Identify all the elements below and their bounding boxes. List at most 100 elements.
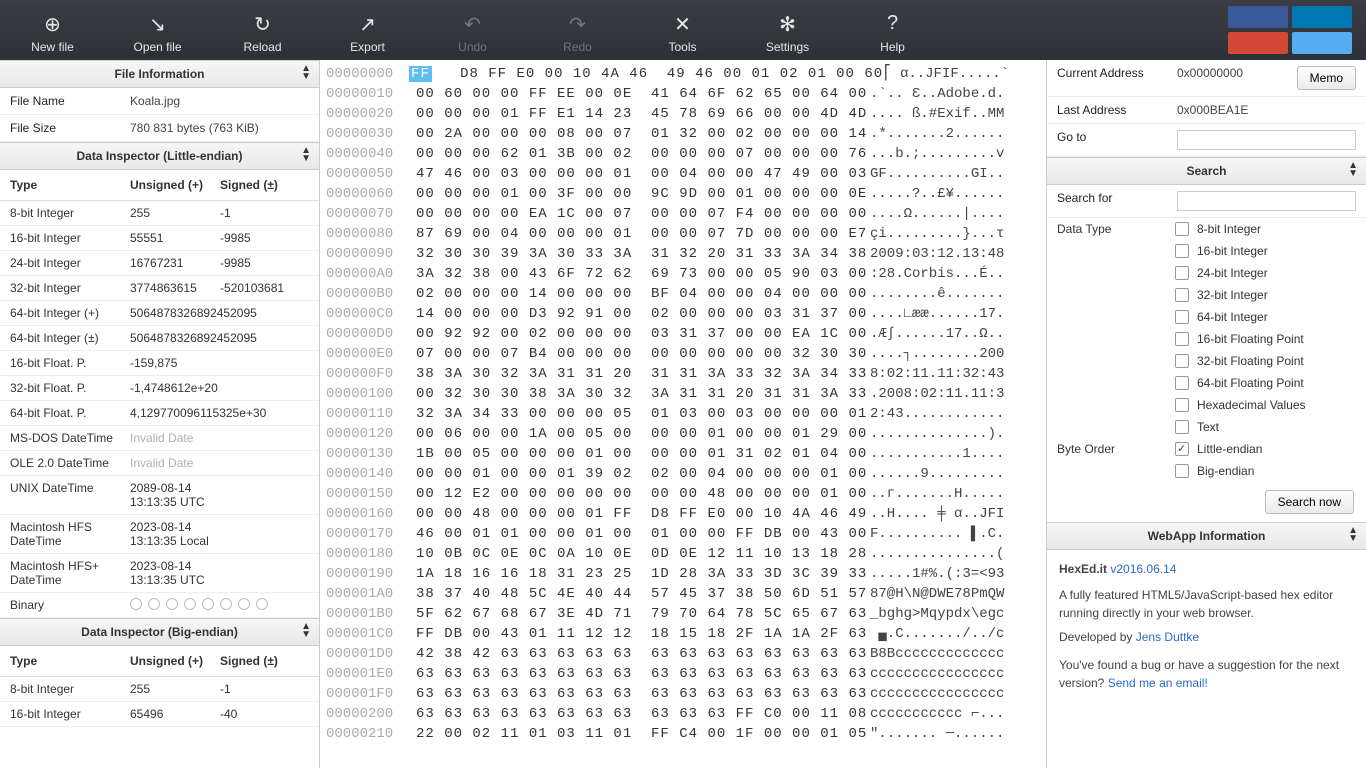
hex-bytes[interactable]: 87 69 00 04 00 00 00 01 00 00 07 7D 00 0…: [416, 224, 870, 244]
toolbar-open-file[interactable]: ↘Open file: [105, 6, 210, 54]
bit-indicator[interactable]: [148, 598, 160, 610]
hex-line[interactable]: 0000005047 46 00 03 00 00 00 01 00 04 00…: [326, 164, 1040, 184]
hex-bytes[interactable]: 00 06 00 00 1A 00 05 00 00 00 01 00 00 0…: [416, 424, 870, 444]
hex-line[interactable]: 000000B002 00 00 00 14 00 00 00 BF 04 00…: [326, 284, 1040, 304]
selected-byte[interactable]: FF: [409, 66, 432, 82]
hex-bytes[interactable]: 1B 00 05 00 00 00 01 00 00 00 01 31 02 0…: [416, 444, 870, 464]
ascii[interactable]: ...............(: [870, 544, 1040, 564]
ascii[interactable]: 2009:03:12.13:48: [870, 244, 1040, 264]
hex-line[interactable]: 0000021022 00 02 11 01 03 11 01 FF C4 00…: [326, 724, 1040, 744]
memo-button[interactable]: Memo: [1297, 66, 1356, 90]
di-le-header[interactable]: Data Inspector (Little-endian)▲▼: [0, 142, 319, 170]
hex-bytes[interactable]: 00 60 00 00 FF EE 00 0E 41 64 6F 62 65 0…: [416, 84, 870, 104]
bit-indicator[interactable]: [256, 598, 268, 610]
hex-line[interactable]: 000001D042 38 42 63 63 63 63 63 63 63 63…: [326, 644, 1040, 664]
hex-bytes[interactable]: 38 37 40 48 5C 4E 40 44 57 45 37 38 50 6…: [416, 584, 870, 604]
hex-bytes[interactable]: 10 0B 0C 0E 0C 0A 10 0E 0D 0E 12 11 10 1…: [416, 544, 870, 564]
ascii[interactable]: ...b.;.........v: [870, 144, 1040, 164]
ascii[interactable]: cccccccccccccccc: [870, 684, 1040, 704]
search-type-checkbox[interactable]: [1175, 354, 1189, 368]
googleplus-button[interactable]: [1228, 32, 1288, 54]
ascii[interactable]: çi.........}...τ: [870, 224, 1040, 244]
ascii[interactable]: .*.......2......: [870, 124, 1040, 144]
developer-link[interactable]: Jens Duttke: [1136, 630, 1199, 644]
ascii[interactable]: GF..........GI..: [870, 164, 1040, 184]
hex-bytes[interactable]: 32 3A 34 33 00 00 00 05 01 03 00 03 00 0…: [416, 404, 870, 424]
ascii[interactable]: F.......... ▌.C.: [870, 524, 1040, 544]
toolbar-reload[interactable]: ↻Reload: [210, 6, 315, 54]
hex-line[interactable]: 000001901A 18 16 16 18 31 23 25 1D 28 3A…: [326, 564, 1040, 584]
search-header[interactable]: Search▲▼: [1047, 157, 1366, 185]
webapp-header[interactable]: WebApp Information▲▼: [1047, 522, 1366, 550]
hex-bytes[interactable]: 00 00 01 00 00 01 39 02 02 00 04 00 00 0…: [416, 464, 870, 484]
hex-line[interactable]: 000001A038 37 40 48 5C 4E 40 44 57 45 37…: [326, 584, 1040, 604]
ascii[interactable]: ....Ω......|....: [870, 204, 1040, 224]
hex-line[interactable]: 000001C0FF DB 00 43 01 11 12 12 18 15 18…: [326, 624, 1040, 644]
ascii[interactable]: ......9.........: [870, 464, 1040, 484]
ascii[interactable]: ...........1....: [870, 444, 1040, 464]
search-type-checkbox[interactable]: [1175, 376, 1189, 390]
di-be-header[interactable]: Data Inspector (Big-endian)▲▼: [0, 618, 319, 646]
hex-line[interactable]: 0000015000 12 E2 00 00 00 00 00 00 00 48…: [326, 484, 1040, 504]
hex-line[interactable]: 0000009032 30 30 39 3A 30 33 3A 31 32 20…: [326, 244, 1040, 264]
file-info-header[interactable]: File Information▲▼: [0, 60, 319, 88]
search-type-checkbox[interactable]: [1175, 310, 1189, 324]
hex-line[interactable]: 0000003000 2A 00 00 00 08 00 07 01 32 00…: [326, 124, 1040, 144]
hex-line[interactable]: 0000017046 00 01 01 00 00 01 00 01 00 00…: [326, 524, 1040, 544]
hex-bytes[interactable]: 38 3A 30 32 3A 31 31 20 31 31 3A 33 32 3…: [416, 364, 870, 384]
ascii[interactable]: .`.. Ɛ..Adobe.d.: [870, 84, 1040, 104]
hex-bytes[interactable]: 32 30 30 39 3A 30 33 3A 31 32 20 31 33 3…: [416, 244, 870, 264]
hex-line[interactable]: 000000A03A 32 38 00 43 6F 72 62 69 73 00…: [326, 264, 1040, 284]
hex-line[interactable]: 00000000FF D8 FF E0 00 10 4A 46 49 46 00…: [326, 64, 1040, 84]
hex-line[interactable]: 0000010000 32 30 30 38 3A 30 32 3A 31 31…: [326, 384, 1040, 404]
bit-indicator[interactable]: [220, 598, 232, 610]
hex-line[interactable]: 0000007000 00 00 00 EA 1C 00 07 00 00 07…: [326, 204, 1040, 224]
hex-line[interactable]: 000000F038 3A 30 32 3A 31 31 20 31 31 3A…: [326, 364, 1040, 384]
email-link[interactable]: Send me an email!: [1108, 676, 1208, 690]
ascii[interactable]: ..............).: [870, 424, 1040, 444]
hex-bytes[interactable]: 00 12 E2 00 00 00 00 00 00 00 48 00 00 0…: [416, 484, 870, 504]
hex-bytes[interactable]: 47 46 00 03 00 00 00 01 00 04 00 00 47 4…: [416, 164, 870, 184]
bit-indicator[interactable]: [202, 598, 214, 610]
hex-bytes[interactable]: 07 00 00 07 B4 00 00 00 00 00 00 00 00 3…: [416, 344, 870, 364]
hex-line[interactable]: 0000020063 63 63 63 63 63 63 63 63 63 63…: [326, 704, 1040, 724]
hex-line[interactable]: 000001F063 63 63 63 63 63 63 63 63 63 63…: [326, 684, 1040, 704]
search-type-checkbox[interactable]: [1175, 222, 1189, 236]
ascii[interactable]: ..г.......H.....: [870, 484, 1040, 504]
hex-line[interactable]: 0000012000 06 00 00 1A 00 05 00 00 00 01…: [326, 424, 1040, 444]
ascii[interactable]: ..H.... ╪ α..JFI: [870, 504, 1040, 524]
search-type-checkbox[interactable]: [1175, 398, 1189, 412]
toolbar-help[interactable]: ?Help: [840, 6, 945, 54]
ascii[interactable]: .....?..£¥......: [870, 184, 1040, 204]
ascii[interactable]: ....┐........200: [870, 344, 1040, 364]
hex-bytes[interactable]: 00 00 00 62 01 3B 00 02 00 00 00 07 00 0…: [416, 144, 870, 164]
hex-bytes[interactable]: 1A 18 16 16 18 31 23 25 1D 28 3A 33 3D 3…: [416, 564, 870, 584]
hex-bytes[interactable]: 00 00 48 00 00 00 01 FF D8 FF E0 00 10 4…: [416, 504, 870, 524]
hex-bytes[interactable]: 46 00 01 01 00 00 01 00 01 00 00 FF DB 0…: [416, 524, 870, 544]
ascii[interactable]: ▄.C......./../c: [870, 624, 1040, 644]
hex-bytes[interactable]: 42 38 42 63 63 63 63 63 63 63 63 63 63 6…: [416, 644, 870, 664]
toolbar-settings[interactable]: ✻Settings: [735, 6, 840, 54]
le-checkbox[interactable]: [1175, 442, 1189, 456]
toolbar-tools[interactable]: ✕Tools: [630, 6, 735, 54]
search-now-button[interactable]: Search now: [1265, 490, 1354, 514]
ascii[interactable]: 2:43............: [870, 404, 1040, 424]
hex-line[interactable]: 000001301B 00 05 00 00 00 01 00 00 00 01…: [326, 444, 1040, 464]
search-for-input[interactable]: [1177, 191, 1356, 211]
hex-line[interactable]: 0000004000 00 00 62 01 3B 00 02 00 00 00…: [326, 144, 1040, 164]
ascii[interactable]: 87@H\N@DWE78PmQW: [870, 584, 1040, 604]
toolbar-export[interactable]: ↗Export: [315, 6, 420, 54]
hex-line[interactable]: 000001E063 63 63 63 63 63 63 63 63 63 63…: [326, 664, 1040, 684]
hex-bytes[interactable]: 14 00 00 00 D3 92 91 00 02 00 00 00 03 3…: [416, 304, 870, 324]
hex-bytes[interactable]: FF D8 FF E0 00 10 4A 46 49 46 00 01 02 0…: [409, 64, 883, 84]
hex-bytes[interactable]: 00 2A 00 00 00 08 00 07 01 32 00 02 00 0…: [416, 124, 870, 144]
hex-bytes[interactable]: 22 00 02 11 01 03 11 01 FF C4 00 1F 00 0…: [416, 724, 870, 744]
ascii[interactable]: cccccccccccccccc: [870, 664, 1040, 684]
twitter-button[interactable]: [1292, 32, 1352, 54]
ascii[interactable]: B8Bccccccccccccc: [870, 644, 1040, 664]
hex-line[interactable]: 0000008087 69 00 04 00 00 00 01 00 00 07…: [326, 224, 1040, 244]
go-to-input[interactable]: [1177, 130, 1356, 150]
ascii[interactable]: :28.Corbis...É..: [870, 264, 1040, 284]
ascii[interactable]: ccccccccccc ⌐...: [870, 704, 1040, 724]
hex-line[interactable]: 0000002000 00 00 01 FF E1 14 23 45 78 69…: [326, 104, 1040, 124]
